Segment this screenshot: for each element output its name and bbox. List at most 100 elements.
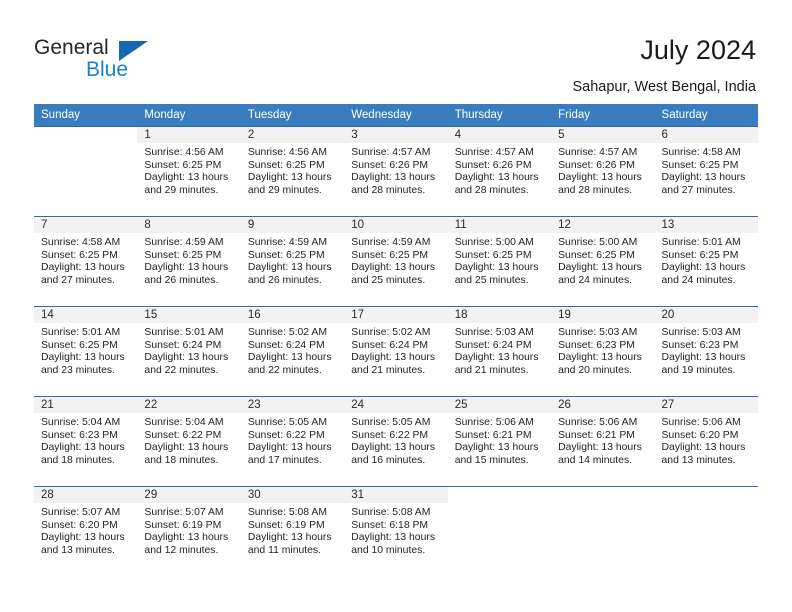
sunrise-text: Sunrise: 5:06 AM bbox=[661, 417, 741, 428]
calendar-day-cell[interactable]: 9 Sunrise: 4:59 AM Sunset: 6:25 PM Daylight… bbox=[240, 216, 345, 307]
calendar-day-cell[interactable]: 31 Sunrise: 5:08 AM Sunset: 6:18 PM Dayligh… bbox=[344, 486, 448, 577]
sunset-text: Sunset: 6:24 PM bbox=[247, 339, 325, 351]
sunrise-text: Sunrise: 5:07 AM bbox=[41, 507, 121, 518]
daylight-text-line1: Daylight: 13 hours bbox=[144, 532, 229, 544]
sunset-text: Sunset: 6:26 PM bbox=[351, 159, 429, 171]
day-number: 10 bbox=[344, 217, 448, 233]
day-details: Sunrise: 5:07 AM Sunset: 6:20 PM Daylight:… bbox=[34, 503, 137, 557]
daylight-text-line1: Daylight: 13 hours bbox=[247, 352, 332, 364]
calendar-day-cell[interactable]: 2 Sunrise: 4:56 AM Sunset: 6:25 PM Daylight… bbox=[240, 126, 345, 217]
daylight-text-line1: Daylight: 13 hours bbox=[454, 262, 539, 274]
logo[interactable]: General Blue bbox=[34, 36, 164, 82]
day-number: 21 bbox=[34, 397, 138, 413]
daylight-text-line1: Daylight: 13 hours bbox=[558, 352, 642, 364]
weekday-header-tuesday: Tuesday bbox=[240, 104, 345, 127]
sunrise-text: Sunrise: 5:03 AM bbox=[454, 327, 534, 338]
sunset-text: Sunset: 6:18 PM bbox=[351, 519, 429, 531]
calendar-day-cell[interactable]: 4 Sunrise: 4:57 AM Sunset: 6:26 PM Daylight… bbox=[447, 126, 552, 217]
calendar-day-cell[interactable]: 13 Sunrise: 5:01 AM Sunset: 6:25 PM Dayligh… bbox=[654, 216, 758, 307]
calendar-day-cell[interactable]: 25 Sunrise: 5:06 AM Sunset: 6:21 PM Dayligh… bbox=[447, 396, 552, 487]
calendar-day-cell[interactable]: 21 Sunrise: 5:04 AM Sunset: 6:23 PM Dayligh… bbox=[34, 396, 138, 487]
sunset-text: Sunset: 6:25 PM bbox=[454, 249, 532, 261]
calendar-day-cell[interactable]: 7 Sunrise: 4:58 AM Sunset: 6:25 PM Daylight… bbox=[34, 216, 138, 307]
daylight-text-line1: Daylight: 13 hours bbox=[144, 352, 229, 364]
daylight-text-line1: Daylight: 13 hours bbox=[351, 532, 436, 544]
daylight-text-line1: Daylight: 13 hours bbox=[351, 352, 436, 364]
day-details: Sunrise: 5:06 AM Sunset: 6:21 PM Daylight:… bbox=[551, 413, 654, 467]
day-number: 19 bbox=[551, 307, 655, 323]
calendar-cell-empty bbox=[447, 486, 552, 577]
day-details: Sunrise: 4:59 AM Sunset: 6:25 PM Daylight:… bbox=[241, 233, 344, 287]
sunset-text: Sunset: 6:23 PM bbox=[661, 339, 739, 351]
calendar-day-cell[interactable]: 12 Sunrise: 5:00 AM Sunset: 6:25 PM Dayligh… bbox=[551, 216, 655, 307]
daylight-text-line1: Daylight: 13 hours bbox=[661, 262, 746, 274]
calendar-day-cell[interactable]: 3 Sunrise: 4:57 AM Sunset: 6:26 PM Daylight… bbox=[344, 126, 448, 217]
daylight-text-line2: and 17 minutes. bbox=[247, 454, 322, 466]
day-number: 27 bbox=[654, 397, 758, 413]
day-details: Sunrise: 5:07 AM Sunset: 6:19 PM Daylight:… bbox=[137, 503, 240, 557]
day-number: 20 bbox=[654, 307, 758, 323]
day-number: 26 bbox=[551, 397, 655, 413]
sunset-text: Sunset: 6:20 PM bbox=[41, 519, 118, 531]
day-details: Sunrise: 4:56 AM Sunset: 6:25 PM Daylight:… bbox=[137, 143, 240, 197]
calendar-day-cell[interactable]: 11 Sunrise: 5:00 AM Sunset: 6:25 PM Dayligh… bbox=[447, 216, 552, 307]
daylight-text-line2: and 27 minutes. bbox=[41, 274, 115, 286]
calendar-day-cell[interactable]: 26 Sunrise: 5:06 AM Sunset: 6:21 PM Dayligh… bbox=[551, 396, 655, 487]
sunset-text: Sunset: 6:25 PM bbox=[41, 339, 118, 351]
calendar-day-cell[interactable]: 1 Sunrise: 4:56 AM Sunset: 6:25 PM Daylight… bbox=[137, 126, 241, 217]
calendar-day-cell[interactable]: 17 Sunrise: 5:02 AM Sunset: 6:24 PM Dayligh… bbox=[344, 306, 448, 397]
calendar-body: 1 Sunrise: 4:56 AM Sunset: 6:25 PM Daylight… bbox=[34, 126, 758, 577]
weekday-header-thursday: Thursday bbox=[447, 104, 552, 127]
calendar-cell-empty bbox=[551, 486, 655, 577]
daylight-text-line2: and 26 minutes. bbox=[247, 274, 322, 286]
day-number: 7 bbox=[34, 217, 138, 233]
logo-text-general: General bbox=[34, 36, 109, 59]
sunrise-text: Sunrise: 5:03 AM bbox=[558, 327, 638, 338]
daylight-text-line2: and 13 minutes. bbox=[661, 454, 736, 466]
day-details: Sunrise: 4:58 AM Sunset: 6:25 PM Daylight:… bbox=[655, 143, 758, 197]
calendar-day-cell[interactable]: 5 Sunrise: 4:57 AM Sunset: 6:26 PM Daylight… bbox=[551, 126, 655, 217]
day-details: Sunrise: 5:05 AM Sunset: 6:22 PM Daylight:… bbox=[344, 413, 447, 467]
calendar-day-cell[interactable]: 22 Sunrise: 5:04 AM Sunset: 6:22 PM Dayligh… bbox=[137, 396, 241, 487]
calendar-day-cell[interactable]: 14 Sunrise: 5:01 AM Sunset: 6:25 PM Dayligh… bbox=[34, 306, 138, 397]
page-title: July 2024 bbox=[640, 35, 756, 65]
day-details: Sunrise: 4:59 AM Sunset: 6:25 PM Daylight:… bbox=[137, 233, 240, 287]
calendar-week-row: 14 Sunrise: 5:01 AM Sunset: 6:25 PM Dayligh… bbox=[34, 306, 758, 397]
calendar-day-cell[interactable]: 8 Sunrise: 4:59 AM Sunset: 6:25 PM Daylight… bbox=[137, 216, 241, 307]
calendar-day-cell[interactable]: 27 Sunrise: 5:06 AM Sunset: 6:20 PM Dayligh… bbox=[654, 396, 758, 487]
day-number: 29 bbox=[137, 487, 241, 503]
calendar-day-cell[interactable]: 28 Sunrise: 5:07 AM Sunset: 6:20 PM Dayligh… bbox=[34, 486, 138, 577]
calendar-day-cell[interactable]: 29 Sunrise: 5:07 AM Sunset: 6:19 PM Dayligh… bbox=[137, 486, 241, 577]
sunset-text: Sunset: 6:22 PM bbox=[247, 429, 325, 441]
sunset-text: Sunset: 6:19 PM bbox=[144, 519, 222, 531]
calendar-day-cell[interactable]: 10 Sunrise: 4:59 AM Sunset: 6:25 PM Dayligh… bbox=[344, 216, 448, 307]
day-number: 30 bbox=[240, 487, 345, 503]
day-number: 3 bbox=[344, 127, 448, 143]
day-number: 23 bbox=[240, 397, 345, 413]
day-details: Sunrise: 5:05 AM Sunset: 6:22 PM Daylight:… bbox=[241, 413, 344, 467]
calendar-day-cell[interactable]: 18 Sunrise: 5:03 AM Sunset: 6:24 PM Dayligh… bbox=[447, 306, 552, 397]
sunset-text: Sunset: 6:21 PM bbox=[558, 429, 635, 441]
calendar-day-cell[interactable]: 6 Sunrise: 4:58 AM Sunset: 6:25 PM Daylight… bbox=[654, 126, 758, 217]
daylight-text-line1: Daylight: 13 hours bbox=[144, 262, 229, 274]
sunrise-text: Sunrise: 5:08 AM bbox=[247, 507, 327, 518]
calendar-day-cell[interactable]: 19 Sunrise: 5:03 AM Sunset: 6:23 PM Dayligh… bbox=[551, 306, 655, 397]
calendar-day-cell[interactable]: 24 Sunrise: 5:05 AM Sunset: 6:22 PM Dayligh… bbox=[344, 396, 448, 487]
daylight-text-line1: Daylight: 13 hours bbox=[351, 442, 436, 454]
calendar-day-cell[interactable]: 15 Sunrise: 5:01 AM Sunset: 6:24 PM Dayligh… bbox=[137, 306, 241, 397]
daylight-text-line2: and 22 minutes. bbox=[144, 364, 219, 376]
calendar-table: Sunday Monday Tuesday Wednesday Thursday… bbox=[34, 104, 758, 577]
calendar-day-cell[interactable]: 30 Sunrise: 5:08 AM Sunset: 6:19 PM Dayligh… bbox=[240, 486, 345, 577]
sunset-text: Sunset: 6:19 PM bbox=[247, 519, 325, 531]
daylight-text-line2: and 19 minutes. bbox=[661, 364, 736, 376]
calendar-day-cell[interactable]: 16 Sunrise: 5:02 AM Sunset: 6:24 PM Dayligh… bbox=[240, 306, 345, 397]
calendar-week-row: 28 Sunrise: 5:07 AM Sunset: 6:20 PM Dayligh… bbox=[34, 486, 758, 577]
sunset-text: Sunset: 6:23 PM bbox=[558, 339, 635, 351]
day-details: Sunrise: 5:08 AM Sunset: 6:19 PM Daylight:… bbox=[241, 503, 344, 557]
sunrise-text: Sunrise: 4:57 AM bbox=[351, 147, 431, 158]
daylight-text-line1: Daylight: 13 hours bbox=[144, 442, 229, 454]
calendar-day-cell[interactable]: 23 Sunrise: 5:05 AM Sunset: 6:22 PM Dayligh… bbox=[240, 396, 345, 487]
calendar-day-cell[interactable]: 20 Sunrise: 5:03 AM Sunset: 6:23 PM Dayligh… bbox=[654, 306, 758, 397]
sunrise-text: Sunrise: 4:57 AM bbox=[558, 147, 638, 158]
page-subtitle: Sahapur, West Bengal, India bbox=[572, 79, 756, 95]
